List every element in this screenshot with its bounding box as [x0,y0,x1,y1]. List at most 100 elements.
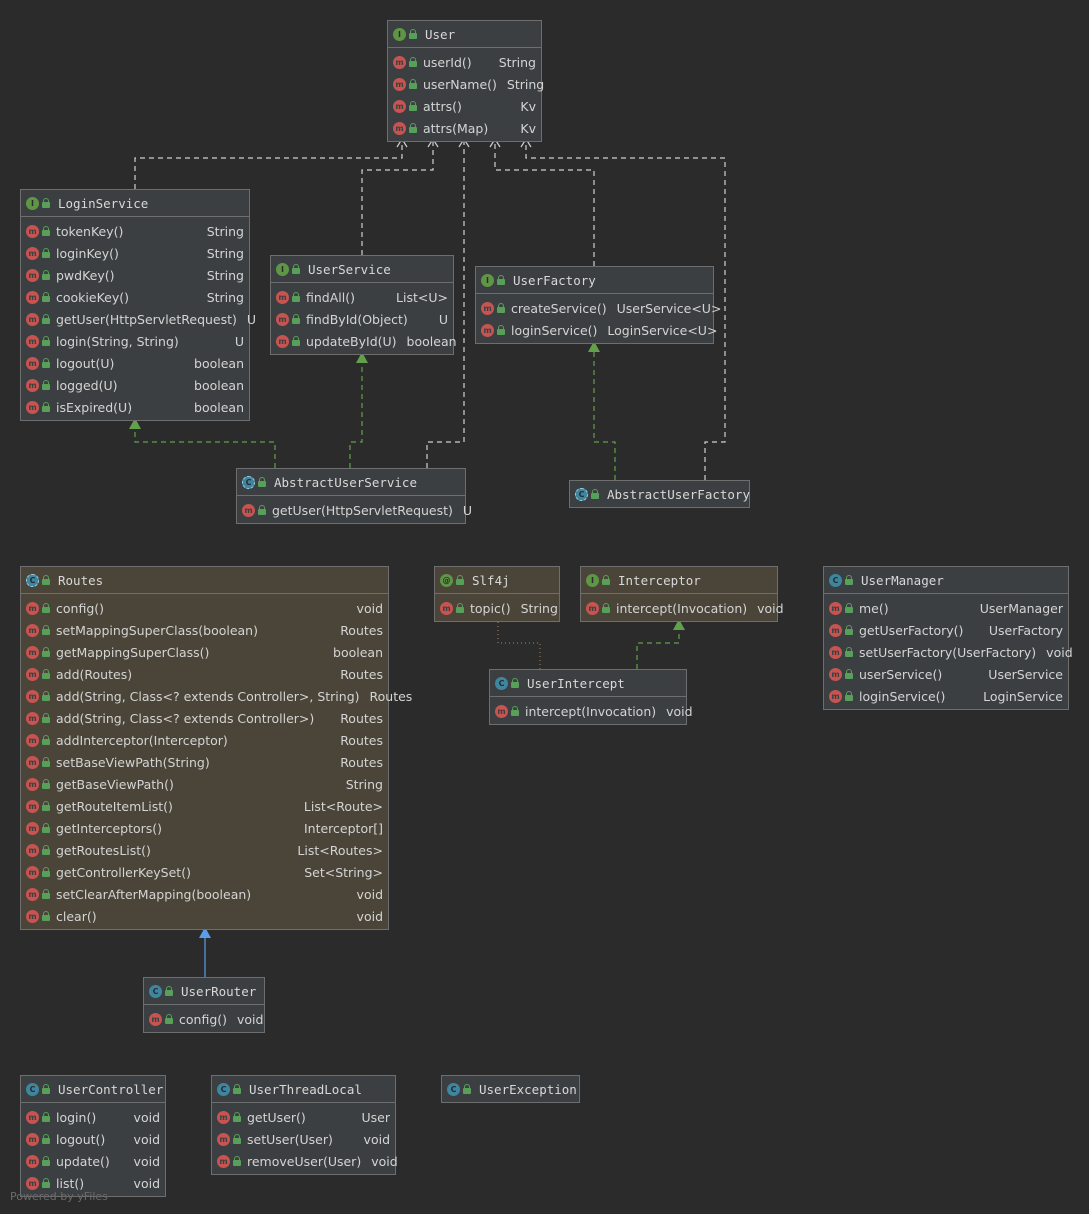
member-name: logged(U) [56,377,118,393]
class-icon: C [829,573,842,587]
member-row[interactable]: m getBaseViewPath() String [21,773,388,795]
member-row[interactable]: m findById(Object) U [271,308,453,330]
edge-abstractuserservice-to-userservice [349,352,363,468]
annotation-icon: @ [440,573,453,587]
member-row[interactable]: m getUser(HttpServletRequest) U [21,308,256,330]
member-row[interactable]: m intercept(Invocation) void [490,700,693,722]
public-lock-icon [497,325,505,335]
method-icon: m [26,799,39,813]
member-row[interactable]: m topic() String [435,597,559,619]
member-row[interactable]: m userService() UserService [824,663,1068,685]
member-row[interactable]: m getMappingSuperClass() boolean [21,641,388,663]
member-row[interactable]: m getControllerKeySet() Set<String> [21,861,388,883]
member-row[interactable]: m updateById(U) boolean [271,330,457,352]
member-row[interactable]: m update() void [21,1150,165,1172]
method-icon: m [26,1110,39,1124]
member-type: boolean [194,399,244,415]
public-lock-icon [42,1156,50,1166]
member-row[interactable]: m setBaseViewPath(String) Routes [21,751,388,773]
uml-node-userservice[interactable]: I UserService m findAll() List<U> m findById(O… [270,255,457,355]
member-row[interactable]: m logout() void [21,1128,165,1150]
node-header: @ Slf4j [435,567,559,594]
public-lock-icon [42,1134,50,1144]
class-icon: C [149,984,162,998]
uml-node-usermanager[interactable]: C UserManager m me() UserManager m getUserFact… [823,566,1073,710]
public-lock-icon [463,1084,471,1094]
member-row[interactable]: m getUserFactory() UserFactory [824,619,1068,641]
uml-node-interceptor[interactable]: I Interceptor m intercept(Invocation) void [580,566,784,622]
method-icon: m [495,704,508,718]
uml-node-usercontroller[interactable]: C UserController m login() void m logout() void… [20,1075,166,1197]
uml-node-userthreadlocal[interactable]: C UserThreadLocal m getUser() User m setUser(U… [211,1075,398,1175]
uml-node-abstractuserfactory[interactable]: C AbstractUserFactory [569,480,750,508]
node-header: C UserIntercept [490,670,686,697]
member-row[interactable]: m setUser(User) void [212,1128,395,1150]
uml-node-slf4j[interactable]: @ Slf4j m topic() String [434,566,560,622]
uml-node-abstractuserservice[interactable]: C AbstractUserService m getUser(HttpServlet… [236,468,472,524]
abstract-class-icon: C [575,487,588,501]
member-row[interactable]: m clear() void [21,905,388,927]
uml-node-routes[interactable]: C Routes m config() void m setMappingSuperClas… [20,566,412,930]
member-row[interactable]: m logged(U) boolean [21,374,249,396]
member-row[interactable]: m add(Routes) Routes [21,663,388,685]
method-icon: m [26,378,39,392]
member-row[interactable]: m me() UserManager [824,597,1068,619]
member-row[interactable]: m config() void [21,597,388,619]
member-name: setClearAfterMapping(boolean) [56,886,252,902]
member-row[interactable]: m loginService() LoginService [824,685,1068,707]
member-row[interactable]: m tokenKey() String [21,220,249,242]
member-row[interactable]: m attrs() Kv [388,95,541,117]
member-row[interactable]: m findAll() List<U> [271,286,453,308]
member-row[interactable]: m addInterceptor(Interceptor) Routes [21,729,388,751]
member-row[interactable]: m getUser(HttpServletRequest) U [237,499,472,521]
member-name: getUser(HttpServletRequest) [272,502,453,518]
member-row[interactable]: m setClearAfterMapping(boolean) void [21,883,388,905]
member-row[interactable]: m add(String, Class<? extends Controller>… [21,707,388,729]
member-row[interactable]: m intercept(Invocation) void [581,597,784,619]
member-name: list() [56,1175,85,1191]
member-row[interactable]: m config() void [144,1008,264,1030]
member-row[interactable]: m login(String, String) U [21,330,249,352]
public-lock-icon [42,691,50,701]
node-title: UserService [308,261,391,277]
uml-node-loginservice[interactable]: I LoginService m tokenKey() String m loginKey(… [20,189,256,421]
member-row[interactable]: m getInterceptors() Interceptor[] [21,817,388,839]
node-header: C UserController [21,1076,165,1103]
member-name: config() [179,1011,228,1027]
member-row[interactable]: m removeUser(User) void [212,1150,398,1172]
public-lock-icon [165,986,173,996]
member-type: U [246,311,257,327]
member-name: logout() [56,1131,106,1147]
member-row[interactable]: m loginKey() String [21,242,249,264]
node-title: UserIntercept [527,675,625,691]
method-icon: m [393,55,406,69]
member-row[interactable]: m add(String, Class<? extends Controller>… [21,685,412,707]
member-row[interactable]: m login() void [21,1106,165,1128]
member-row[interactable]: m setUserFactory(UserFactory) void [824,641,1073,663]
member-row[interactable]: m createService() UserService<U> [476,297,721,319]
member-type: boolean [194,377,244,393]
member-row[interactable]: m setMappingSuperClass(boolean) Routes [21,619,388,641]
member-type: Routes [340,710,383,726]
uml-node-userfactory[interactable]: I UserFactory m createService() UserService<… [475,266,721,344]
uml-node-userexception[interactable]: C UserException [441,1075,580,1103]
member-row[interactable]: m getUser() User [212,1106,395,1128]
member-row[interactable]: m userName() String [388,73,544,95]
member-row[interactable]: m getRouteItemList() List<Route> [21,795,388,817]
member-type: LoginService<U> [607,322,718,338]
member-row[interactable]: m attrs(Map) Kv [388,117,541,139]
member-row[interactable]: m logout(U) boolean [21,352,249,374]
uml-node-user[interactable]: I User m userId() String m userName() String m at… [387,20,544,142]
node-title: UserManager [861,572,944,588]
member-row[interactable]: m getRoutesList() List<Routes> [21,839,388,861]
member-type: String [520,600,558,616]
method-icon: m [276,290,289,304]
uml-node-userrouter[interactable]: C UserRouter m config() void [143,977,265,1033]
uml-node-userintercept[interactable]: C UserIntercept m intercept(Invocation) void [489,669,693,725]
member-row[interactable]: m cookieKey() String [21,286,249,308]
member-list: m me() UserManager m getUserFactory() UserFac… [824,594,1073,709]
member-row[interactable]: m loginService() LoginService<U> [476,319,717,341]
member-row[interactable]: m isExpired(U) boolean [21,396,249,418]
member-row[interactable]: m userId() String [388,51,541,73]
member-row[interactable]: m pwdKey() String [21,264,249,286]
